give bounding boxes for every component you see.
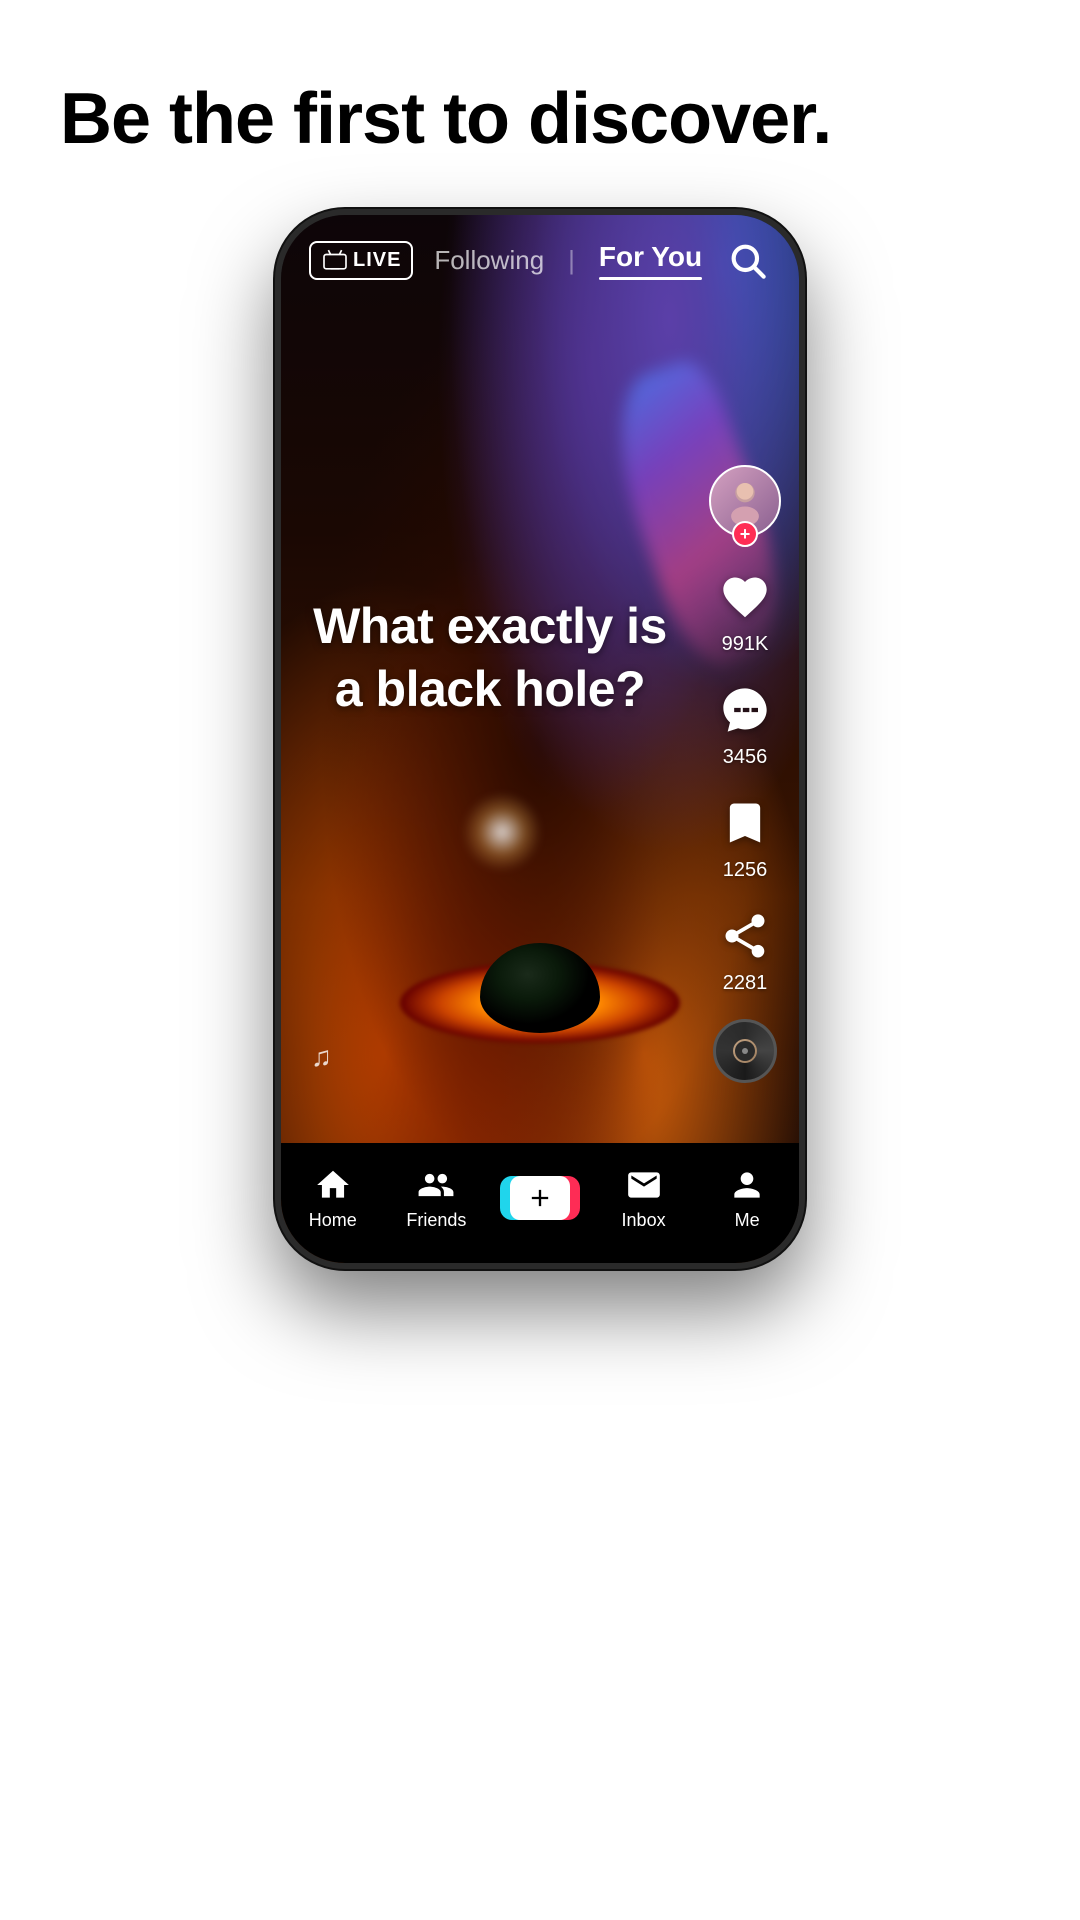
inbox-icon xyxy=(625,1166,663,1204)
comment-action[interactable]: 3456 xyxy=(715,680,775,769)
video-title-text: What exactly is a black hole? xyxy=(311,595,669,720)
plus-icon xyxy=(526,1184,554,1212)
nav-tab-divider: | xyxy=(568,245,575,276)
nav-add[interactable] xyxy=(488,1173,592,1223)
share-action[interactable]: 2281 xyxy=(715,906,775,995)
nav-tabs: Following | For You xyxy=(434,241,702,280)
nav-inbox[interactable]: Inbox xyxy=(592,1166,696,1231)
music-disc-inner xyxy=(733,1039,757,1063)
share-count: 2281 xyxy=(723,972,768,995)
live-button[interactable]: LIVE xyxy=(309,241,413,280)
bottom-navigation: Home Friends xyxy=(281,1143,799,1263)
music-note-icon: ♫ xyxy=(311,1041,332,1072)
phone-screen: LIVE Following | For You What exactly is… xyxy=(275,209,805,1269)
friends-label: Friends xyxy=(406,1210,466,1231)
creator-avatar[interactable]: + xyxy=(709,465,781,537)
heart-icon xyxy=(715,567,775,627)
share-icon xyxy=(715,906,775,966)
nav-home[interactable]: Home xyxy=(281,1166,385,1231)
friends-icon xyxy=(417,1166,455,1204)
black-hole-sphere xyxy=(480,943,600,1033)
following-tab[interactable]: Following xyxy=(434,245,544,276)
center-glow xyxy=(462,792,542,872)
live-label: LIVE xyxy=(353,249,401,272)
top-navigation: LIVE Following | For You xyxy=(281,215,799,305)
music-note-area: ♫ xyxy=(311,1041,332,1073)
nav-me[interactable]: Me xyxy=(695,1166,799,1231)
comment-count: 3456 xyxy=(723,746,768,769)
bookmark-action[interactable]: 1256 xyxy=(715,793,775,882)
tv-icon xyxy=(321,249,349,271)
home-icon xyxy=(314,1166,352,1204)
inbox-label: Inbox xyxy=(622,1210,666,1231)
bookmark-count: 1256 xyxy=(723,859,768,882)
comment-icon xyxy=(715,680,775,740)
like-count: 991K xyxy=(722,633,769,656)
disc-svg xyxy=(733,1039,757,1063)
music-disc[interactable] xyxy=(713,1019,777,1083)
black-hole-visual xyxy=(400,843,680,1043)
me-label: Me xyxy=(735,1210,760,1231)
page-headline: Be the first to discover. xyxy=(0,0,1080,199)
bookmark-icon xyxy=(715,793,775,853)
nav-friends[interactable]: Friends xyxy=(385,1166,489,1231)
phone-device: LIVE Following | For You What exactly is… xyxy=(275,209,805,1269)
add-btn-white xyxy=(510,1176,570,1220)
home-label: Home xyxy=(309,1210,357,1231)
action-sidebar: + 991K 3456 xyxy=(709,465,781,1083)
add-button[interactable] xyxy=(504,1173,576,1223)
video-title-area: What exactly is a black hole? xyxy=(281,595,699,720)
search-button[interactable] xyxy=(723,236,771,284)
like-action[interactable]: 991K xyxy=(715,567,775,656)
profile-icon xyxy=(728,1166,766,1204)
follow-plus-button[interactable]: + xyxy=(732,521,758,547)
foryou-tab[interactable]: For You xyxy=(599,241,702,280)
